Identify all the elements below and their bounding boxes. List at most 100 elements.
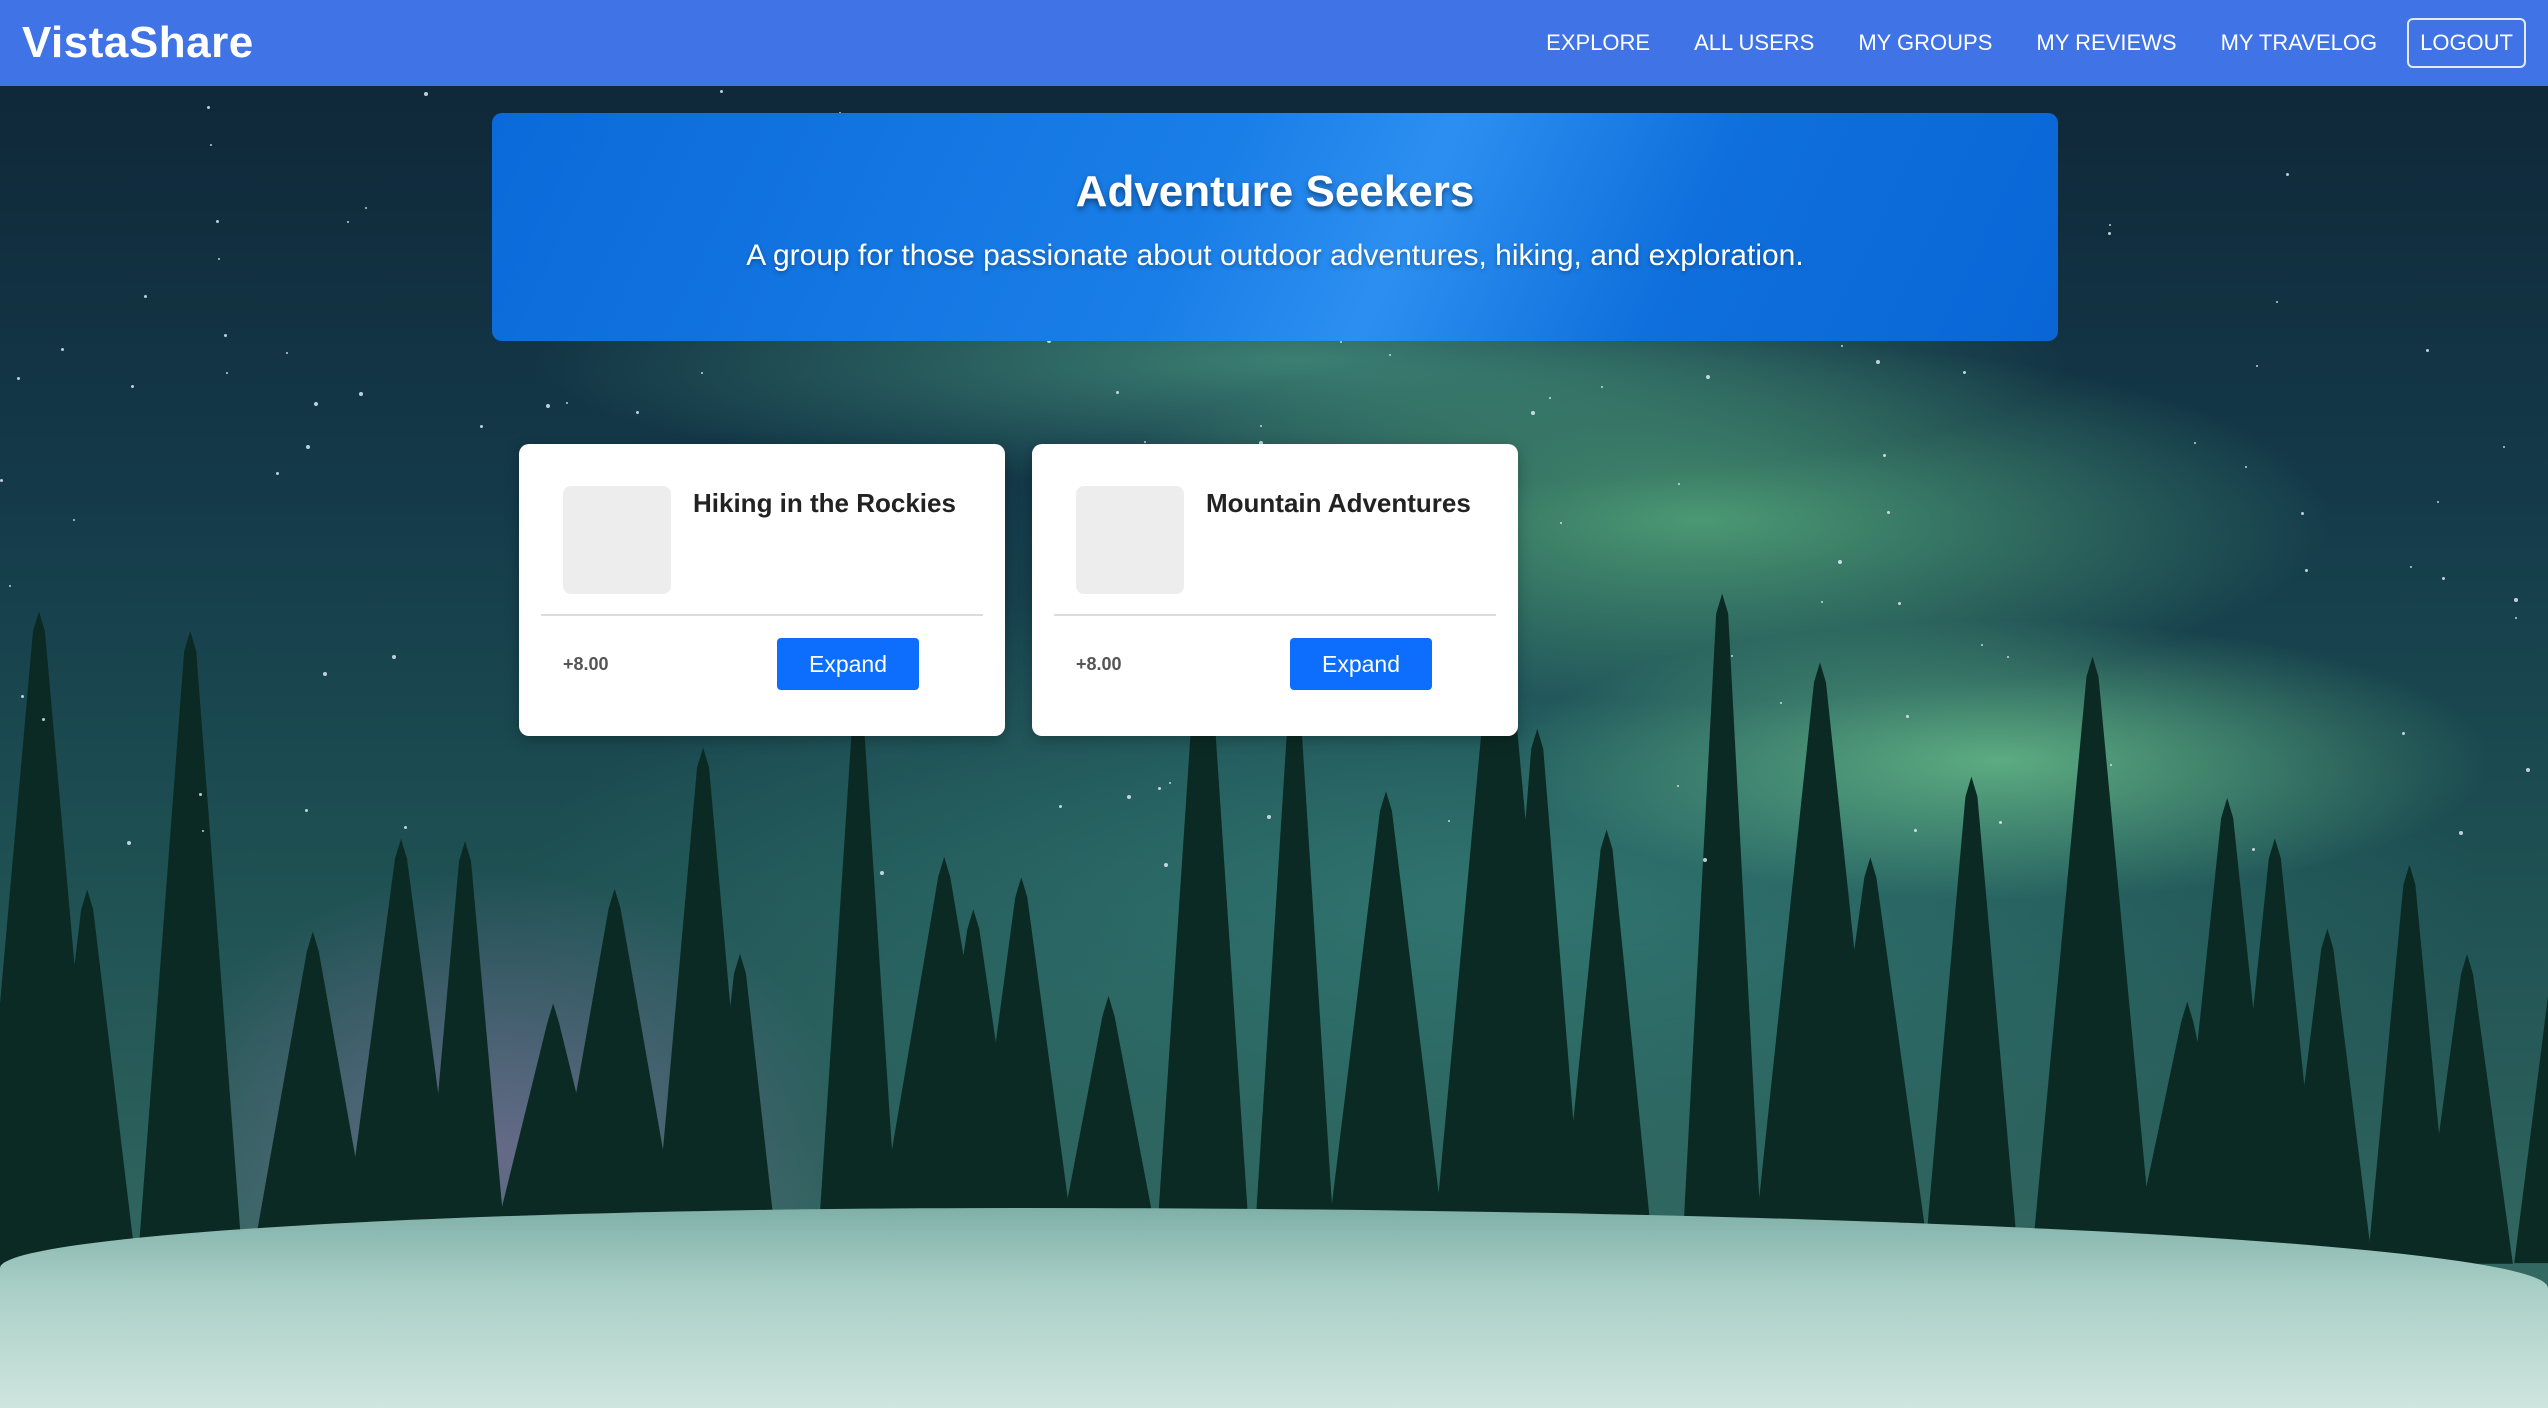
post-card-header: Mountain Adventures <box>1054 444 1496 616</box>
star-dot <box>359 392 363 396</box>
star-dot <box>347 221 349 223</box>
star-dot <box>199 793 202 796</box>
star-dot <box>1127 795 1131 799</box>
star-dot <box>1703 858 1707 862</box>
star-dot <box>701 372 703 374</box>
star-dot <box>1898 602 1901 605</box>
star-dot <box>226 372 228 374</box>
star-dot <box>1549 397 1551 399</box>
pine-tree <box>2514 996 2548 1264</box>
star-dot <box>2402 732 2405 735</box>
post-title: Hiking in the Rockies <box>693 488 956 518</box>
star-dot <box>1883 454 1886 457</box>
star-dot <box>286 352 288 354</box>
star-dot <box>127 841 131 845</box>
star-dot <box>1116 391 1119 394</box>
post-rating: +8.00 <box>1076 653 1122 674</box>
post-card-list: Hiking in the Rockies +8.00 Expand Mount… <box>519 444 1518 736</box>
post-card-footer: +8.00 Expand <box>1054 616 1496 690</box>
star-dot <box>880 871 884 875</box>
star-dot <box>1706 375 1710 379</box>
star-dot <box>314 402 318 406</box>
pine-tree <box>421 841 509 1281</box>
star-dot <box>2252 848 2255 851</box>
expand-button[interactable]: Expand <box>1290 638 1432 690</box>
pine-tree <box>2029 656 2156 1288</box>
star-dot <box>404 826 407 829</box>
star-dot <box>207 106 210 109</box>
post-card-footer: +8.00 Expand <box>541 616 983 690</box>
post-card-header: Hiking in the Rockies <box>541 444 983 616</box>
group-header-banner: Adventure Seekers A group for those pass… <box>492 113 2058 341</box>
pine-tree <box>1921 776 2022 1293</box>
star-dot <box>2286 173 2289 176</box>
star-dot <box>216 220 219 223</box>
star-dot <box>1164 863 1168 867</box>
star-dot <box>21 695 24 698</box>
star-dot <box>2109 224 2111 226</box>
star-dot <box>636 411 639 414</box>
star-dot <box>1144 441 1146 443</box>
expand-button[interactable]: Expand <box>777 638 919 690</box>
nav-link-all-users[interactable]: ALL USERS <box>1694 30 1814 56</box>
star-dot <box>2442 577 2445 580</box>
star-dot <box>306 445 310 449</box>
star-dot <box>1059 805 1062 808</box>
star-dot <box>131 385 134 388</box>
star-dot <box>1821 601 1823 603</box>
star-dot <box>218 258 220 260</box>
star-dot <box>1678 483 1680 485</box>
logout-button[interactable]: LOGOUT <box>2407 18 2526 68</box>
star-dot <box>1914 829 1917 832</box>
star-dot <box>42 718 45 721</box>
pine-tree <box>1558 829 1656 1273</box>
star-dot <box>202 830 204 832</box>
post-card: Hiking in the Rockies +8.00 Expand <box>519 444 1005 736</box>
pine-tree <box>816 705 900 1261</box>
star-dot <box>2256 365 2258 367</box>
nav-link-my-groups[interactable]: MY GROUPS <box>1858 30 1992 56</box>
star-dot <box>2526 768 2530 772</box>
brand-logo[interactable]: VistaShare <box>22 18 254 68</box>
star-dot <box>2437 501 2439 503</box>
star-dot <box>1838 560 1842 564</box>
group-description: A group for those passionate about outdo… <box>746 239 1804 272</box>
pine-tree <box>1681 593 1764 1273</box>
nav-link-my-travelog[interactable]: MY TRAVELOG <box>2221 30 2378 56</box>
star-dot <box>1448 820 1450 822</box>
star-dot <box>1158 787 1161 790</box>
star-dot <box>1389 354 1391 356</box>
star-dot <box>1841 345 1843 347</box>
nav-link-my-reviews[interactable]: MY REVIEWS <box>2036 30 2176 56</box>
star-dot <box>2426 349 2429 352</box>
star-dot <box>1267 815 1271 819</box>
post-card: Mountain Adventures +8.00 Expand <box>1032 444 1518 736</box>
star-dot <box>2515 617 2517 619</box>
star-dot <box>2007 656 2009 658</box>
post-rating: +8.00 <box>563 653 609 674</box>
star-dot <box>546 404 550 408</box>
star-dot <box>424 92 428 96</box>
star-dot <box>1780 702 1782 704</box>
star-dot <box>1963 371 1966 374</box>
star-dot <box>2245 466 2247 468</box>
star-dot <box>0 479 3 482</box>
star-dot <box>61 348 64 351</box>
star-dot <box>392 655 396 659</box>
star-dot <box>566 402 568 404</box>
star-dot <box>2503 446 2505 448</box>
star-dot <box>2305 569 2308 572</box>
star-dot <box>2194 442 2196 444</box>
pine-tree <box>1252 689 1336 1266</box>
star-dot <box>9 585 11 587</box>
top-navbar: VistaShare EXPLORE ALL USERS MY GROUPS M… <box>0 0 2548 86</box>
star-dot <box>1560 522 1562 524</box>
pine-tree <box>136 631 244 1276</box>
star-dot <box>323 672 327 676</box>
star-dot <box>1169 782 1171 784</box>
star-dot <box>224 334 227 337</box>
post-thumbnail-placeholder <box>1076 486 1184 594</box>
star-dot <box>1876 360 1880 364</box>
star-dot <box>365 207 367 209</box>
nav-link-explore[interactable]: EXPLORE <box>1546 30 1650 56</box>
